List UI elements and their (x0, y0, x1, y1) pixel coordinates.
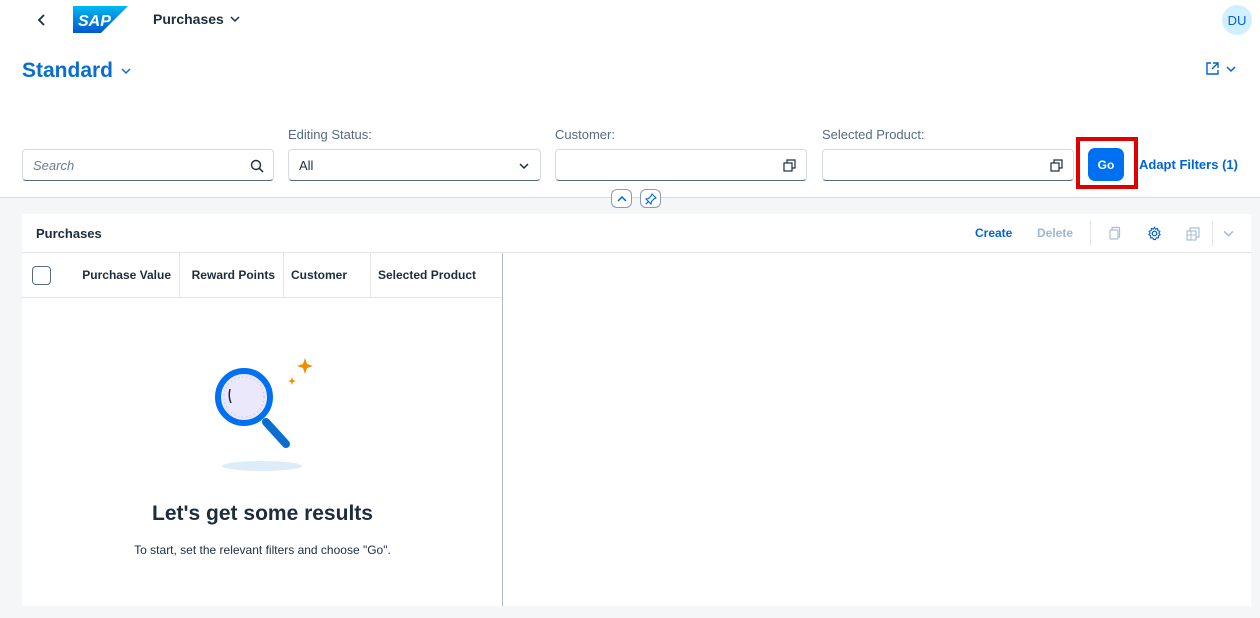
variant-title: Standard (22, 59, 114, 82)
export-icon[interactable] (1185, 225, 1201, 241)
variant-selector[interactable]: Standard (22, 59, 131, 83)
app-title: Purchases (153, 11, 224, 27)
select-all-checkbox[interactable] (32, 266, 51, 285)
shell-bar: SAP Purchases DU (0, 0, 1260, 40)
chevron-up-icon (616, 195, 627, 202)
chevron-down-icon (230, 16, 240, 23)
column-header-customer[interactable]: Customer (284, 253, 371, 297)
chevron-down-icon (1226, 65, 1236, 72)
column-header-reward-points[interactable]: Reward Points (180, 253, 284, 297)
selected-product-label: Selected Product: (822, 127, 925, 142)
adapt-filters-button[interactable]: Adapt Filters (1) (1139, 157, 1238, 172)
search-placeholder: Search (33, 157, 75, 173)
filter-header: Standard Search Editing Status: All Cust… (0, 40, 1260, 208)
back-icon[interactable] (32, 10, 52, 30)
collapse-header-button[interactable] (611, 189, 632, 208)
pin-icon (644, 192, 657, 205)
search-icon[interactable] (249, 158, 264, 173)
chevron-down-icon[interactable] (1220, 225, 1236, 241)
empty-state-description: To start, set the relevant filters and c… (134, 543, 391, 557)
customer-label: Customer: (555, 127, 615, 142)
value-help-icon[interactable] (1049, 158, 1064, 173)
toolbar-separator (1090, 221, 1091, 246)
editing-status-select[interactable]: All (288, 149, 541, 181)
value-help-icon[interactable] (782, 158, 797, 173)
search-illustration (204, 351, 324, 476)
editing-status-label: Editing Status: (288, 127, 372, 142)
create-button[interactable]: Create (975, 226, 1012, 240)
pin-header-button[interactable] (640, 189, 661, 208)
copy-icon[interactable] (1106, 225, 1122, 241)
selected-product-input[interactable] (822, 149, 1074, 181)
share-menu-button[interactable] (1205, 61, 1236, 76)
column-header-selected-product[interactable]: Selected Product (371, 253, 502, 297)
delete-button[interactable]: Delete (1037, 226, 1073, 240)
share-icon (1206, 62, 1219, 75)
table-toolbar: Purchases Create Delete (22, 214, 1251, 253)
empty-state-title: Let's get some results (152, 502, 373, 525)
chevron-down-icon (121, 68, 131, 75)
settings-icon[interactable] (1146, 225, 1162, 241)
go-button[interactable]: Go (1088, 148, 1124, 181)
svg-text:SAP: SAP (78, 13, 111, 30)
table-title: Purchases (36, 226, 102, 241)
table-column-headers: Purchase Value Reward Points Customer Se… (22, 253, 503, 298)
purchases-table-panel: Purchases Create Delete Purchase Value R… (22, 214, 1251, 606)
search-input[interactable]: Search (22, 149, 274, 181)
app-title-menu[interactable]: Purchases (153, 11, 240, 27)
customer-input[interactable] (555, 149, 807, 181)
editing-status-value: All (299, 157, 314, 173)
sap-logo[interactable]: SAP (73, 6, 128, 33)
chevron-down-icon (516, 158, 531, 173)
toolbar-separator (1212, 221, 1213, 246)
user-avatar[interactable]: DU (1222, 5, 1252, 35)
